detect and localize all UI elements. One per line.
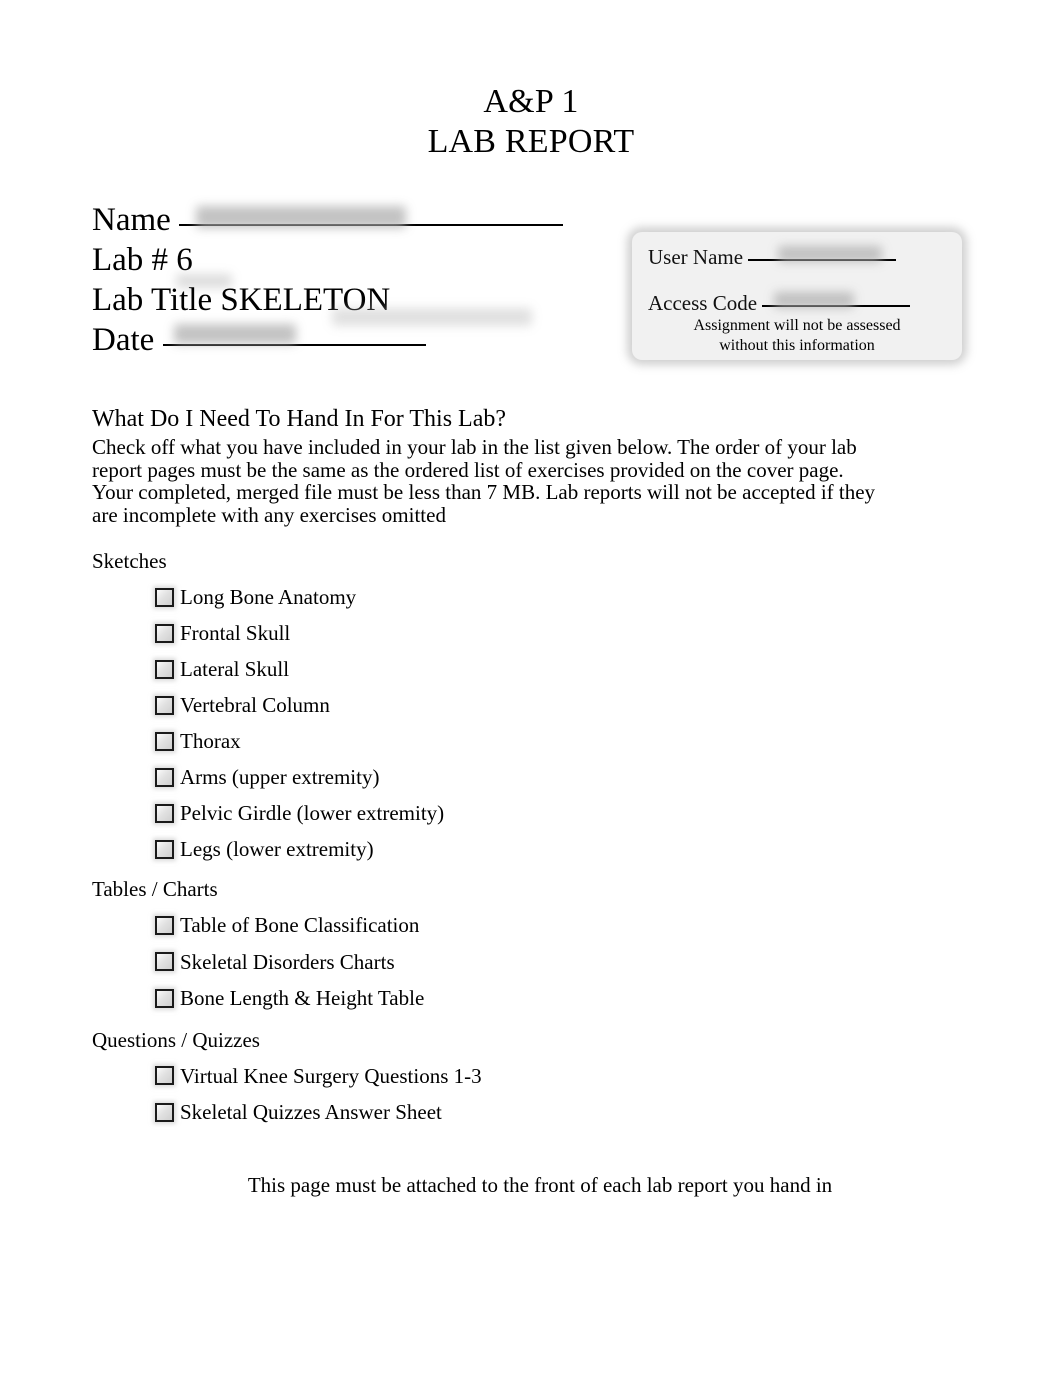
user-name-label: User Name [648,245,744,269]
checkbox-icon[interactable] [155,1066,174,1086]
access-card-note-line-1: Assignment will not be assessed [693,317,901,334]
list-item[interactable]: Lateral Skull [92,651,792,687]
access-code-field-row[interactable]: Access Code [648,290,911,316]
checkbox-icon[interactable] [155,1102,174,1122]
checklist-item-label: Skeletal Disorders Charts [180,949,395,974]
checkbox-icon[interactable] [155,952,174,972]
list-item[interactable]: Vertebral Column [92,687,792,723]
lab-report-cover-page: A&P 1 LAB REPORT Name Lab # 6 Lab Title … [0,0,1062,1377]
checkbox-icon[interactable] [155,623,174,643]
date-field-row[interactable]: Date [92,320,612,360]
lab-title-label: Lab Title SKELETON [92,282,391,318]
checkbox-icon[interactable] [155,659,174,679]
list-item[interactable]: Virtual Knee Surgery Questions 1-3 [92,1058,792,1095]
checkbox-icon[interactable] [155,767,174,787]
list-item[interactable]: Arms (upper extremity) [92,759,792,795]
checklist-item-label: Pelvic Girdle (lower extremity) [180,801,445,825]
hand-in-checklist: Sketches Long Bone Anatomy Frontal Skull… [92,548,792,1145]
title-line-report: LAB REPORT [427,123,635,160]
date-input-rule[interactable] [162,344,426,346]
list-item[interactable]: Frontal Skull [92,615,792,651]
date-label: Date [92,322,155,358]
access-card-note-line-2: without this information [719,337,875,354]
list-item[interactable]: Thorax [92,723,792,759]
access-code-label: Access Code [648,291,758,315]
user-name-field-row[interactable]: User Name [648,244,897,270]
checklist-item-label: Vertebral Column [180,693,330,717]
name-field-row[interactable]: Name [92,200,612,240]
checklist-item-label: Frontal Skull [180,621,291,645]
checklist-item-label: Skeletal Quizzes Answer Sheet [180,1100,442,1125]
list-item[interactable]: Legs (lower extremity) [92,831,792,867]
lab-number-label: Lab # 6 [92,242,193,278]
date-redaction [174,324,296,344]
checklist-item-label: Table of Bone Classification [180,913,420,938]
group-title-sketches: Sketches [92,549,167,573]
checklist-item-label: Lateral Skull [180,657,290,681]
checkbox-icon[interactable] [155,731,174,751]
lab-title-row: Lab Title SKELETON [92,280,612,326]
list-item[interactable]: Long Bone Anatomy [92,579,792,615]
name-label: Name [92,202,171,238]
checklist-group-sketches: Sketches Long Bone Anatomy Frontal Skull… [92,548,792,867]
access-code-input-rule[interactable] [762,305,911,307]
checklist-item-label: Arms (upper extremity) [180,765,380,789]
checkbox-icon[interactable] [155,695,174,715]
checklist-item-label: Legs (lower extremity) [180,837,374,861]
list-item[interactable]: Skeletal Quizzes Answer Sheet [92,1094,792,1131]
name-input-rule[interactable] [179,224,564,226]
user-name-input-rule[interactable] [748,259,897,261]
lab-number-row: Lab # 6 [92,240,612,288]
list-item[interactable]: Skeletal Disorders Charts [92,944,792,981]
checklist-item-label: Long Bone Anatomy [180,585,357,609]
hand-in-instructions: What Do I Need To Hand In For This Lab? … [92,404,882,526]
list-item[interactable]: Pelvic Girdle (lower extremity) [92,795,792,831]
access-credentials-card: User Name Access Code Assignment will no… [632,232,962,360]
checkbox-icon[interactable] [155,587,174,607]
checkbox-icon[interactable] [155,915,174,935]
hand-in-body: Check off what you have included in your… [92,435,876,527]
document-title: A&P 1 LAB REPORT [0,82,1062,162]
checklist-group-tables-charts: Tables / Charts Table of Bone Classifica… [92,876,792,1017]
list-item[interactable]: Table of Bone Classification [92,907,792,944]
checkbox-icon[interactable] [155,803,174,823]
hand-in-heading: What Do I Need To Hand In For This Lab? [92,406,506,432]
checkbox-icon[interactable] [155,988,174,1008]
checkbox-icon[interactable] [155,839,174,859]
checklist-item-label: Thorax [180,729,241,753]
list-item[interactable]: Bone Length & Height Table [92,980,792,1017]
checklist-group-questions-quizzes: Questions / Quizzes Virtual Knee Surgery… [92,1027,792,1131]
checklist-item-label: Virtual Knee Surgery Questions 1-3 [180,1063,482,1088]
footer-note: This page must be attached to the front … [247,1173,833,1197]
group-title-tables-charts: Tables / Charts [92,877,218,901]
title-line-course: A&P 1 [483,83,579,120]
checklist-item-label: Bone Length & Height Table [180,986,425,1011]
access-card-note: Assignment will not be assessed without … [632,316,962,356]
identification-block: Name Lab # 6 Lab Title SKELETON Date [92,200,612,360]
group-title-questions-quizzes: Questions / Quizzes [92,1027,260,1052]
